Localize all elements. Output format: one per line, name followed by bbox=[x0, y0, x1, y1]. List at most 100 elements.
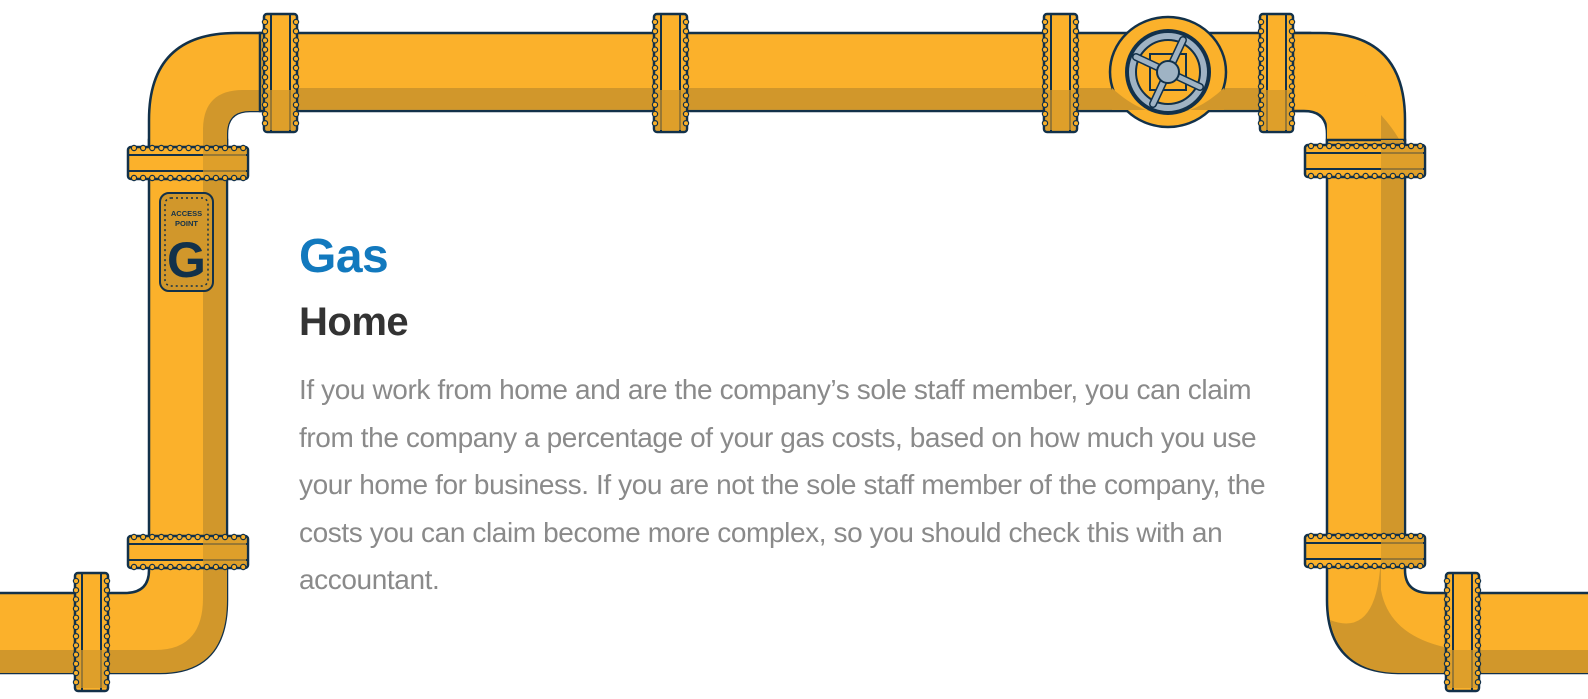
rivet bbox=[1257, 46, 1265, 53]
section-subtitle: Home bbox=[299, 300, 409, 344]
rivet bbox=[1307, 172, 1315, 180]
rivet bbox=[194, 174, 201, 182]
rivet bbox=[1416, 172, 1424, 180]
rivet bbox=[1288, 73, 1296, 81]
flange-left-upper bbox=[126, 145, 250, 181]
rivet bbox=[261, 73, 269, 81]
rivet bbox=[651, 83, 659, 90]
rivet bbox=[1443, 679, 1451, 686]
rivet bbox=[1041, 110, 1049, 118]
flange-bottom-right bbox=[1444, 571, 1481, 693]
rivet bbox=[130, 144, 138, 152]
access-plate-line2: POINT bbox=[175, 219, 198, 228]
rivet bbox=[139, 533, 147, 541]
rivet bbox=[239, 174, 247, 182]
rivet bbox=[230, 174, 238, 182]
rivet bbox=[103, 614, 111, 622]
rivet bbox=[1407, 172, 1415, 180]
flange-left-lower bbox=[126, 534, 250, 570]
rivet bbox=[72, 577, 80, 585]
rivet bbox=[1474, 623, 1482, 631]
rivet bbox=[1353, 532, 1360, 540]
rivet bbox=[1443, 651, 1451, 658]
rivet bbox=[1362, 142, 1369, 150]
rivet bbox=[1257, 18, 1265, 26]
rivet bbox=[682, 110, 690, 118]
rivet bbox=[1041, 101, 1049, 109]
rivet bbox=[1443, 596, 1451, 603]
rivet bbox=[103, 642, 111, 649]
rivet bbox=[1072, 110, 1080, 118]
rivet bbox=[1072, 55, 1080, 63]
rivet bbox=[176, 533, 183, 541]
rivet bbox=[1307, 142, 1315, 150]
rivet bbox=[682, 46, 690, 53]
rivet bbox=[1257, 73, 1265, 81]
rivet bbox=[651, 37, 659, 44]
rivet bbox=[1443, 623, 1451, 631]
rivet bbox=[1443, 614, 1451, 622]
rivet bbox=[1416, 562, 1424, 570]
rivet bbox=[292, 64, 300, 72]
access-plate-letter: G bbox=[167, 232, 206, 288]
rivet bbox=[1257, 55, 1265, 63]
rivet bbox=[148, 563, 156, 571]
rivet bbox=[1362, 172, 1369, 180]
rivet bbox=[1316, 142, 1324, 150]
rivet bbox=[651, 119, 659, 127]
rivet bbox=[1443, 669, 1451, 677]
rivet bbox=[1353, 142, 1360, 150]
rivet bbox=[103, 623, 111, 631]
rivet bbox=[239, 563, 247, 571]
rivet bbox=[130, 533, 138, 541]
rivet bbox=[1371, 172, 1378, 180]
rivet bbox=[212, 174, 220, 182]
rivet bbox=[239, 533, 247, 541]
rivet bbox=[651, 110, 659, 118]
rivet bbox=[130, 174, 138, 182]
rivet bbox=[261, 119, 269, 127]
rivet bbox=[1288, 37, 1296, 44]
rivet bbox=[292, 46, 300, 53]
rivet bbox=[103, 660, 111, 668]
rivet bbox=[158, 563, 165, 571]
rivet bbox=[292, 55, 300, 63]
rivet bbox=[682, 64, 690, 72]
rivet bbox=[72, 614, 80, 622]
rivet bbox=[1288, 18, 1296, 26]
rivet bbox=[176, 174, 183, 182]
rivet bbox=[261, 37, 269, 44]
rivet bbox=[1335, 562, 1342, 570]
rivet bbox=[1474, 633, 1482, 640]
rivet bbox=[261, 101, 269, 109]
rivet bbox=[1398, 562, 1406, 570]
rivet bbox=[1041, 64, 1049, 72]
rivet bbox=[651, 46, 659, 53]
rivet bbox=[176, 563, 183, 571]
rivet bbox=[1257, 101, 1265, 109]
rivet bbox=[261, 28, 269, 35]
rivet bbox=[203, 563, 210, 571]
rivet bbox=[1380, 172, 1388, 180]
rivet bbox=[203, 144, 210, 152]
rivet bbox=[1407, 142, 1415, 150]
rivet bbox=[103, 577, 111, 585]
rivet bbox=[1288, 46, 1296, 53]
rivet bbox=[1389, 172, 1397, 180]
rivet bbox=[1072, 92, 1080, 99]
rivet bbox=[682, 55, 690, 63]
rivet bbox=[1344, 142, 1351, 150]
rivet bbox=[1288, 83, 1296, 90]
rivet bbox=[1072, 46, 1080, 53]
flange-top-1 bbox=[262, 12, 299, 134]
rivet bbox=[1072, 18, 1080, 26]
rivet bbox=[103, 669, 111, 677]
rivet bbox=[1443, 660, 1451, 668]
rivet bbox=[261, 92, 269, 99]
rivet bbox=[1041, 73, 1049, 81]
rivet bbox=[148, 144, 156, 152]
rivet bbox=[1288, 64, 1296, 72]
rivet bbox=[167, 563, 174, 571]
rivet bbox=[1362, 532, 1369, 540]
rivet bbox=[1335, 172, 1342, 180]
